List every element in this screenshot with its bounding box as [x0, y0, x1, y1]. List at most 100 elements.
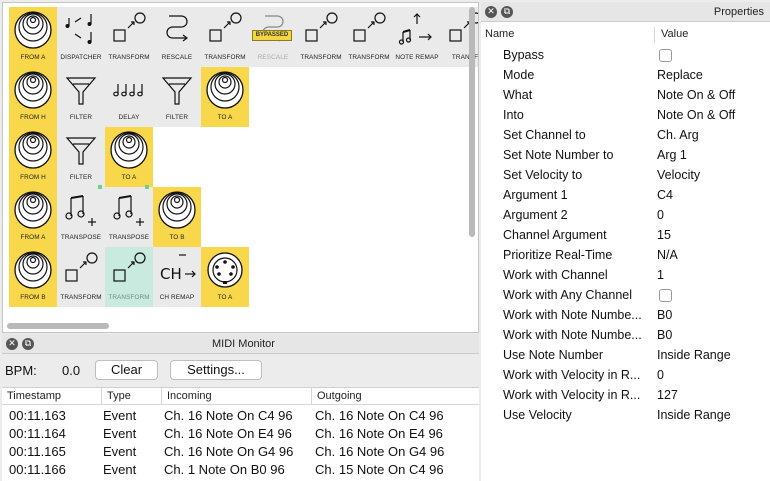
properties-title: Properties	[713, 6, 764, 18]
node-label: TRANSFORM	[348, 54, 390, 61]
table-row[interactable]: 00:11.165 Event Ch. 16 Note On G4 96 Ch.…	[2, 442, 479, 460]
clear-button[interactable]: Clear	[95, 360, 158, 380]
graph-vertical-scrollbar[interactable]	[469, 7, 475, 237]
node-tile[interactable]: FROM A	[9, 7, 57, 67]
node-label: FROM A	[20, 234, 46, 241]
midi-port-icon	[110, 131, 148, 169]
column-header-value[interactable]: Value	[661, 28, 688, 40]
property-value[interactable]: 127	[657, 388, 678, 402]
node-tile[interactable]: TO B	[153, 187, 201, 247]
node-tile[interactable]: TO A	[201, 247, 249, 307]
float-window-icon[interactable]: ⧉	[22, 338, 34, 350]
property-value[interactable]: 0	[657, 368, 664, 382]
close-icon[interactable]: ✕	[6, 338, 18, 350]
node-tile[interactable]: DISPATCHER	[57, 7, 105, 67]
property-value[interactable]: B0	[657, 308, 672, 322]
midi-port-icon	[158, 191, 196, 229]
property-value[interactable]: N/A	[657, 248, 678, 262]
property-row[interactable]: Work with Channel 1	[481, 265, 770, 285]
node-tile[interactable]: FROM B	[9, 247, 57, 307]
close-icon[interactable]: ✕	[485, 6, 497, 18]
property-value[interactable]: 1	[657, 268, 664, 282]
node-tile[interactable]: TO A	[201, 67, 249, 127]
property-value[interactable]: Velocity	[657, 168, 700, 182]
property-value[interactable]: Inside Range	[657, 348, 731, 362]
property-value[interactable]: Replace	[657, 68, 703, 82]
graph-canvas[interactable]: FROM A DISPATCHER TRANSFORM RESCALE TRAN…	[2, 2, 479, 333]
transform-icon	[113, 12, 146, 42]
type-cell: Event	[103, 426, 137, 441]
property-row[interactable]: Argument 1 C4	[481, 185, 770, 205]
column-header-outgoing[interactable]: Outgoing	[312, 388, 479, 404]
property-row[interactable]: What Note On & Off	[481, 85, 770, 105]
property-value[interactable]: Arg 1	[657, 148, 687, 162]
table-row[interactable]: 00:11.164 Event Ch. 16 Note On E4 96 Ch.…	[2, 424, 479, 442]
property-row[interactable]: Work with Velocity in R... 127	[481, 385, 770, 405]
property-row[interactable]: Channel Argument 15	[481, 225, 770, 245]
node-tile[interactable]: CH CH REMAP	[153, 247, 201, 307]
property-row[interactable]: Mode Replace	[481, 65, 770, 85]
table-row[interactable]: 00:11.163 Event Ch. 16 Note On C4 96 Ch.…	[2, 406, 479, 424]
column-header-timestamp[interactable]: Timestamp	[2, 388, 102, 404]
property-row[interactable]: Set Note Number to Arg 1	[481, 145, 770, 165]
connection-port[interactable]	[98, 185, 102, 189]
property-value[interactable]: 0	[657, 208, 664, 222]
property-row[interactable]: Prioritize Real-Time N/A	[481, 245, 770, 265]
property-name: Into	[503, 108, 524, 122]
node-tile[interactable]: BYPASSED RESCALE	[249, 7, 297, 67]
property-row[interactable]: Into Note On & Off	[481, 105, 770, 125]
transform-icon	[65, 252, 98, 282]
node-tile[interactable]: FILTER	[57, 127, 105, 187]
node-tile[interactable]: FROM A	[9, 187, 57, 247]
property-value[interactable]: 15	[657, 228, 671, 242]
settings-button[interactable]: Settings...	[170, 360, 262, 380]
column-header-incoming[interactable]: Incoming	[162, 388, 312, 404]
connection-port[interactable]	[145, 185, 149, 189]
node-tile[interactable]: TRANSPOSE	[57, 187, 105, 247]
column-header-type[interactable]: Type	[102, 388, 162, 404]
node-tile[interactable]: RESCALE	[153, 7, 201, 67]
node-tile[interactable]: TRANSFORM	[201, 7, 249, 67]
property-row[interactable]: Work with Any Channel	[481, 285, 770, 305]
property-row[interactable]: Work with Note Numbe... B0	[481, 305, 770, 325]
property-row[interactable]: Bypass	[481, 45, 770, 65]
property-row[interactable]: Argument 2 0	[481, 205, 770, 225]
node-tile[interactable]: FROM H	[9, 127, 57, 187]
bpm-label: BPM:	[5, 363, 37, 378]
property-value[interactable]: C4	[657, 188, 673, 202]
midi-port-icon	[14, 11, 52, 49]
property-checkbox[interactable]	[659, 289, 672, 302]
node-tile[interactable]: TRANSFORM	[297, 7, 345, 67]
property-name: Prioritize Real-Time	[503, 248, 613, 262]
property-value[interactable]: Inside Range	[657, 408, 731, 422]
node-tile[interactable]: DELAY	[105, 67, 153, 127]
property-row[interactable]: Set Channel to Ch. Arg	[481, 125, 770, 145]
node-tile[interactable]: NOTE REMAP	[393, 7, 441, 67]
property-row[interactable]: Use Note Number Inside Range	[481, 345, 770, 365]
node-tile[interactable]: TRANSFORM	[105, 247, 153, 307]
property-row[interactable]: Work with Note Numbe... B0	[481, 325, 770, 345]
property-row[interactable]: Work with Velocity in R... 0	[481, 365, 770, 385]
property-value[interactable]: Ch. Arg	[657, 128, 699, 142]
node-tile[interactable]: TO A	[105, 127, 153, 187]
property-row[interactable]: Set Velocity to Velocity	[481, 165, 770, 185]
table-header-divider	[2, 404, 479, 405]
property-row[interactable]: Use Velocity Inside Range	[481, 405, 770, 425]
node-tile[interactable]: TRANSFORM	[345, 7, 393, 67]
property-value[interactable]: B0	[657, 328, 672, 342]
float-window-icon[interactable]: ⧉	[501, 6, 513, 18]
property-value[interactable]: Note On & Off	[657, 108, 735, 122]
node-tile[interactable]: TRANSPOSE	[105, 187, 153, 247]
node-tile[interactable]: FROM H	[9, 67, 57, 127]
column-header-name[interactable]: Name	[485, 28, 514, 40]
property-value[interactable]: Note On & Off	[657, 88, 735, 102]
node-tile[interactable]: TRANSFORM	[105, 7, 153, 67]
node-tile[interactable]: FILTER	[153, 67, 201, 127]
node-tile[interactable]: FILTER	[57, 67, 105, 127]
table-row[interactable]: 00:11.166 Event Ch. 1 Note On B0 96 Ch. …	[2, 460, 479, 478]
node-tile[interactable]: TRANSFORM	[57, 247, 105, 307]
incoming-cell: Ch. 16 Note On G4 96	[164, 444, 294, 459]
property-checkbox[interactable]	[659, 49, 672, 62]
midi-port-icon	[14, 251, 52, 289]
graph-horizontal-scrollbar[interactable]	[7, 323, 109, 329]
